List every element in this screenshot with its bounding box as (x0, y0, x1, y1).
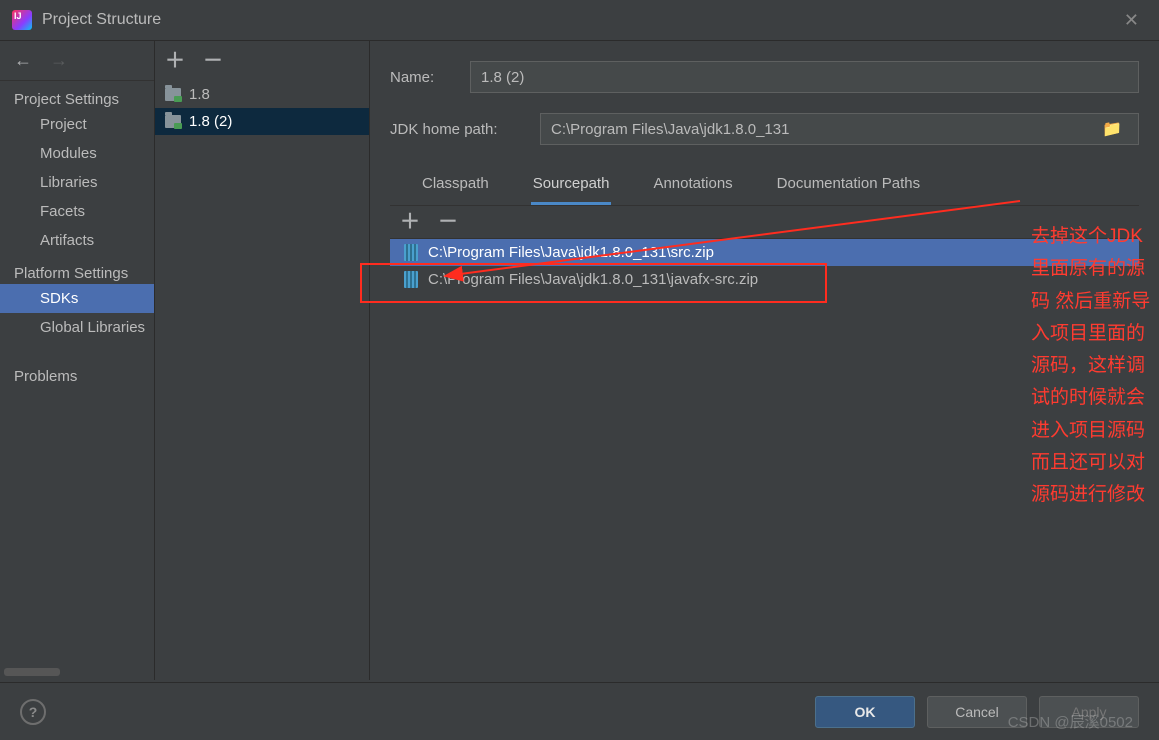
sourcepath-text: C:\Program Files\Java\jdk1.8.0_131\src.z… (428, 244, 714, 261)
cancel-button[interactable]: Cancel (927, 696, 1027, 728)
browse-folder-icon[interactable]: 📁 (1096, 119, 1128, 139)
scrollbar-thumb[interactable] (4, 668, 60, 676)
zip-icon (404, 271, 418, 288)
add-sourcepath-button[interactable]: ＋ (400, 212, 420, 232)
apply-button[interactable]: Apply (1039, 696, 1139, 728)
sourcepath-row[interactable]: C:\Program Files\Java\jdk1.8.0_131\javaf… (390, 266, 1139, 293)
nav-item-artifacts[interactable]: Artifacts (0, 226, 154, 255)
remove-sourcepath-button[interactable]: － (438, 212, 458, 232)
nav-item-problems[interactable]: Problems (0, 362, 154, 391)
name-label: Name: (390, 69, 450, 86)
nav-item-sdks[interactable]: SDKs (0, 284, 154, 313)
back-icon[interactable]: ← (14, 50, 32, 71)
sourcepath-list: C:\Program Files\Java\jdk1.8.0_131\src.z… (390, 239, 1139, 293)
nav-item-project[interactable]: Project (0, 110, 154, 139)
dialog-footer: ? OK Cancel Apply (0, 682, 1159, 740)
settings-nav: ← → Project Settings Project Modules Lib… (0, 41, 155, 680)
tab-classpath[interactable]: Classpath (420, 171, 491, 205)
jdk-folder-icon (165, 115, 181, 128)
close-icon[interactable]: ✕ (1116, 6, 1147, 35)
nav-group-platform: Platform Settings (0, 255, 154, 284)
home-path-input[interactable]: C:\Program Files\Java\jdk1.8.0_131 📁 (540, 113, 1139, 145)
nav-item-libraries[interactable]: Libraries (0, 168, 154, 197)
sdk-tabs: Classpath Sourcepath Annotations Documen… (390, 165, 1139, 206)
tab-sourcepath[interactable]: Sourcepath (531, 171, 612, 205)
sourcepath-row[interactable]: C:\Program Files\Java\jdk1.8.0_131\src.z… (390, 239, 1139, 266)
jdk-folder-icon (165, 88, 181, 101)
nav-item-facets[interactable]: Facets (0, 197, 154, 226)
nav-group-project: Project Settings (0, 81, 154, 110)
home-path-label: JDK home path: (390, 121, 520, 138)
sourcepath-text: C:\Program Files\Java\jdk1.8.0_131\javaf… (428, 271, 758, 288)
sdk-detail-panel: Name: 1.8 (2) JDK home path: C:\Program … (370, 41, 1159, 680)
add-sdk-button[interactable]: ＋ (165, 51, 185, 71)
home-path-value: C:\Program Files\Java\jdk1.8.0_131 (551, 121, 1096, 138)
ok-button[interactable]: OK (815, 696, 915, 728)
sdk-label: 1.8 (189, 86, 210, 103)
nav-item-global-libraries[interactable]: Global Libraries (0, 313, 154, 342)
name-input[interactable]: 1.8 (2) (470, 61, 1139, 93)
name-value: 1.8 (2) (481, 69, 524, 86)
sdk-list-panel: ＋ － 1.8 1.8 (2) (155, 41, 370, 680)
forward-icon[interactable]: → (50, 50, 68, 71)
tab-annotations[interactable]: Annotations (651, 171, 734, 205)
window-title: Project Structure (42, 11, 1116, 29)
sdk-label: 1.8 (2) (189, 113, 232, 130)
help-button[interactable]: ? (20, 699, 46, 725)
tab-documentation-paths[interactable]: Documentation Paths (775, 171, 922, 205)
sdk-list-item[interactable]: 1.8 (155, 81, 369, 108)
remove-sdk-button[interactable]: － (203, 51, 223, 71)
sdk-list-item[interactable]: 1.8 (2) (155, 108, 369, 135)
zip-icon (404, 244, 418, 261)
intellij-icon (12, 10, 32, 30)
nav-item-modules[interactable]: Modules (0, 139, 154, 168)
